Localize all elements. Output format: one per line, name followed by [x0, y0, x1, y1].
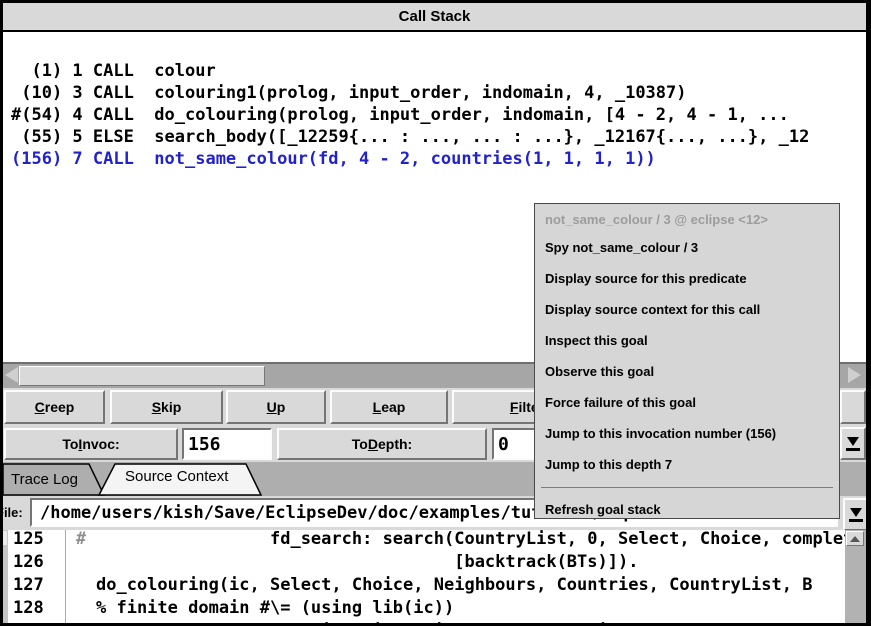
- source-context-area[interactable]: 125# fd_search: search(CountryList, 0, S…: [3, 530, 866, 623]
- call-stack-window: Call Stack (1) 1 CALL colour (10) 3 CALL…: [0, 0, 871, 626]
- down-arrow-bar-icon: [846, 448, 860, 451]
- scroll-up-arrow-icon[interactable]: [846, 531, 864, 546]
- to-depth-menubutton[interactable]: To Depth:: [277, 428, 487, 460]
- breakpoint-gutter-marker[interactable]: [66, 551, 96, 574]
- source-code-text: [backtrack(BTs)]).: [96, 551, 866, 574]
- window-title: Call Stack: [3, 3, 866, 32]
- source-code-text: % finite domain #\= (using lib(ic)): [96, 597, 866, 620]
- line-number: 127: [3, 574, 66, 597]
- invoc-number-input[interactable]: [182, 428, 272, 460]
- breakpoint-gutter-marker[interactable]: [66, 574, 96, 597]
- menu-item-jump-invocation[interactable]: Jump to this invocation number (156): [535, 418, 839, 449]
- down-arrow-icon: [847, 437, 859, 446]
- menu-separator: [541, 487, 833, 488]
- menu-item-spy[interactable]: Spy not_same_colour / 3: [535, 232, 839, 263]
- up-button[interactable]: Up: [226, 390, 326, 424]
- scroll-left-arrow-icon[interactable]: [5, 367, 18, 383]
- source-line[interactable]: 125# fd_search: search(CountryList, 0, S…: [3, 530, 866, 551]
- breakpoint-gutter-marker[interactable]: [66, 597, 96, 620]
- file-dropdown-button[interactable]: [843, 498, 866, 530]
- leap-label-key: L: [373, 399, 382, 415]
- skip-button[interactable]: Skip: [110, 390, 223, 424]
- menu-item-refresh-goal-stack[interactable]: Refresh goal stack: [535, 494, 839, 519]
- jump-row-dropdown-button[interactable]: [840, 427, 866, 460]
- menu-item-inspect-goal[interactable]: Inspect this goal: [535, 325, 839, 356]
- line-number: 126: [3, 551, 66, 574]
- menu-item-display-source-context[interactable]: Display source context for this call: [535, 294, 839, 325]
- button-row-end-box: [840, 390, 866, 424]
- stack-line[interactable]: (10) 3 CALL colouring1(prolog, input_ord…: [3, 82, 866, 104]
- goal-context-menu: not_same_colour / 3 @ eclipse <12> Spy n…: [534, 203, 840, 519]
- source-code-text: do_colouring(ic, Select, Choice, Neighbo…: [96, 574, 866, 597]
- skip-label-key: S: [152, 399, 161, 415]
- line-number: 128: [3, 597, 66, 620]
- source-line[interactable]: 126 [backtrack(BTs)]).: [3, 551, 866, 574]
- context-menu-header: not_same_colour / 3 @ eclipse <12>: [535, 207, 839, 232]
- menu-item-observe-goal[interactable]: Observe this goal: [535, 356, 839, 387]
- creep-button[interactable]: Creep: [4, 390, 105, 424]
- stack-line[interactable]: (1) 1 CALL colour: [3, 60, 866, 82]
- spacer: [3, 32, 866, 60]
- to-invoc-menubutton[interactable]: To Invoc:: [4, 428, 178, 460]
- skip-label-post: kip: [161, 399, 181, 415]
- creep-label-key: C: [35, 399, 45, 415]
- window-border: [866, 0, 871, 626]
- leap-button[interactable]: Leap: [330, 390, 448, 424]
- source-line[interactable]: 128 % finite domain #\= (using lib(ic)): [3, 597, 866, 620]
- stack-line[interactable]: (55) 5 ELSE search_body([_12259{... : ..…: [3, 126, 866, 148]
- tab-trace-log[interactable]: Trace Log: [11, 471, 78, 488]
- filter-label-key: F: [510, 399, 519, 415]
- horizontal-scrollbar-thumb[interactable]: [19, 366, 265, 386]
- creep-label-post: reep: [45, 399, 75, 415]
- menu-item-jump-depth[interactable]: Jump to this depth 7: [535, 449, 839, 480]
- source-line[interactable]: 127 do_colouring(ic, Select, Choice, Neig…: [3, 574, 866, 597]
- stack-line[interactable]: #(54) 4 CALL do_colouring(prolog, input_…: [3, 104, 866, 126]
- breakpoint-gutter-marker[interactable]: #: [66, 530, 96, 551]
- down-arrow-icon: [850, 508, 862, 517]
- tab-source-context[interactable]: Source Context: [125, 468, 228, 485]
- menu-item-display-source-predicate[interactable]: Display source for this predicate: [535, 263, 839, 294]
- up-label-key: U: [267, 399, 277, 415]
- to-invoc-label-pre: To: [62, 436, 78, 452]
- window-border: [0, 0, 871, 3]
- to-depth-label-key: D: [368, 436, 378, 452]
- up-label-post: p: [277, 399, 286, 415]
- down-arrow-bar-icon: [849, 519, 863, 522]
- to-depth-label-pre: To: [352, 436, 368, 452]
- file-label: File:: [3, 505, 23, 520]
- window-border: [0, 0, 3, 626]
- to-invoc-label-post: nvoc:: [82, 436, 119, 452]
- leap-label-post: eap: [381, 399, 405, 415]
- line-number: 125: [3, 530, 66, 551]
- stack-line-selected[interactable]: (156) 7 CALL not_same_colour(fd, 4 - 2, …: [3, 148, 866, 170]
- source-vertical-scrollbar[interactable]: [845, 530, 866, 623]
- to-depth-label-post: epth:: [378, 436, 412, 452]
- menu-item-force-failure[interactable]: Force failure of this goal: [535, 387, 839, 418]
- source-code-text: fd_search: search(CountryList, 0, Select…: [96, 530, 866, 551]
- scroll-right-arrow-icon[interactable]: [848, 367, 861, 383]
